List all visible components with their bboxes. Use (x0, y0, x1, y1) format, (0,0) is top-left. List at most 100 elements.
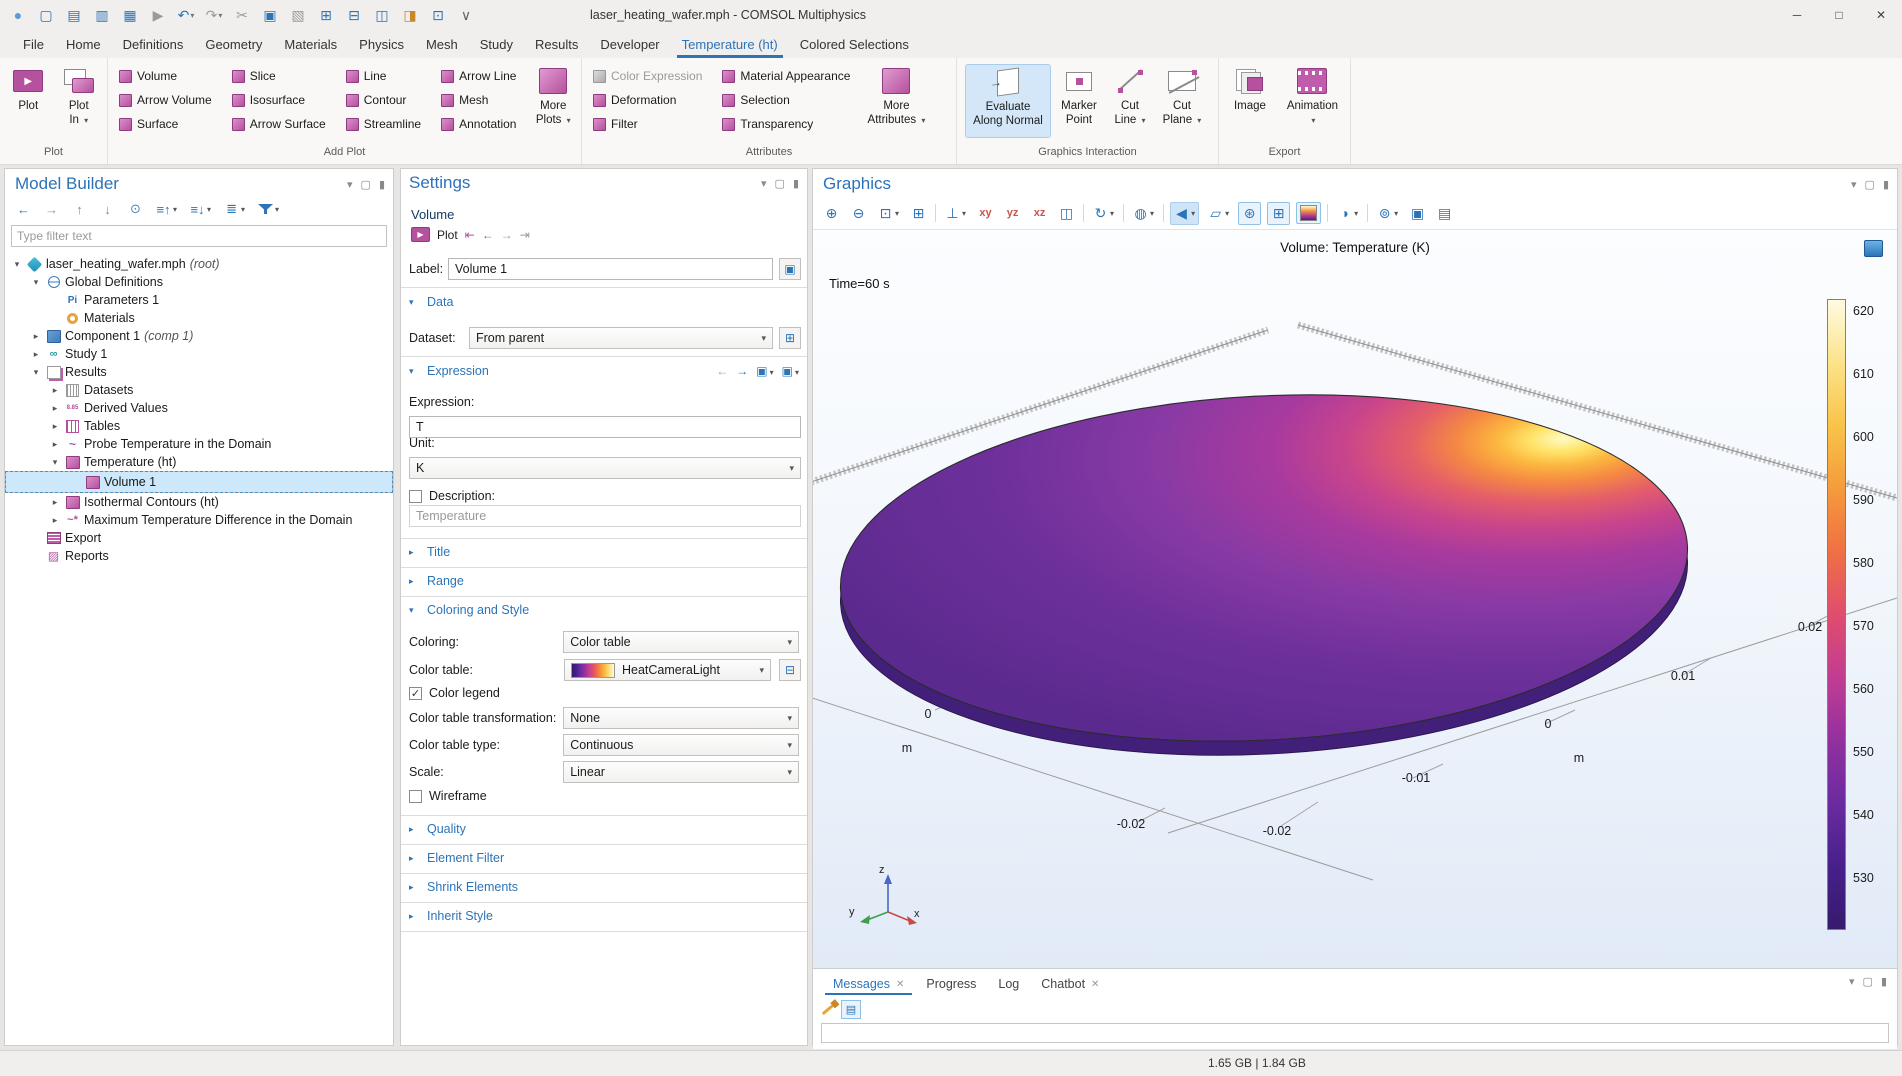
section-shrink-elements[interactable]: ▸Shrink Elements (401, 880, 807, 894)
description-checkbox[interactable] (409, 490, 422, 503)
filter-input[interactable]: Type filter text (11, 225, 387, 247)
float-panel-icon[interactable]: ▢ (361, 178, 371, 191)
settings-plot-button[interactable]: Plot (437, 228, 458, 242)
previous-plot-icon[interactable]: ← (482, 228, 494, 242)
pin-panel-icon[interactable]: ▮ (379, 178, 385, 191)
pin-panel-icon[interactable]: ▮ (1883, 178, 1889, 191)
colortable-type-select[interactable]: Continuous▾ (563, 734, 799, 756)
next-expression-icon[interactable]: → (736, 364, 748, 378)
wireframe-checkbox[interactable] (409, 790, 422, 803)
filter-button[interactable]: Filter (590, 115, 705, 133)
plot-in-button[interactable]: Plot In ▾ (59, 64, 100, 138)
copy-icon[interactable]: ▣ (258, 4, 282, 26)
cut-icon[interactable]: ✂ (230, 4, 254, 26)
open-icon[interactable]: ▤ (62, 4, 86, 26)
add-volume-button[interactable]: Volume (116, 67, 215, 85)
selection-button[interactable]: Selection (719, 91, 853, 109)
save-icon[interactable]: ▥ (90, 4, 114, 26)
cut-plane-button[interactable]: Cut Plane ▾ (1155, 64, 1209, 138)
tab-log[interactable]: Log (988, 973, 1029, 995)
colortable-side-button[interactable]: ⊟ (779, 659, 801, 681)
show-grid-button[interactable]: ⊞ (1267, 202, 1290, 225)
view-xz-button[interactable]: xz (1029, 205, 1050, 221)
scene-composition-button[interactable]: ◍▾ (1130, 203, 1157, 224)
show-color-legend-button[interactable] (1296, 202, 1321, 224)
section-element-filter[interactable]: ▸Element Filter (401, 851, 807, 865)
update-plot-button[interactable]: ⊚▾ (1374, 203, 1401, 224)
tab-progress[interactable]: Progress (916, 973, 986, 995)
tab-chatbot[interactable]: Chatbot✕ (1031, 973, 1109, 995)
tab-file[interactable]: File (12, 32, 55, 58)
add-isosurface-button[interactable]: Isosurface (229, 91, 329, 109)
add-arrow-line-button[interactable]: Arrow Line (438, 67, 519, 85)
print-button[interactable]: ▤ (1434, 203, 1455, 224)
tree-item-isothermal-contours[interactable]: ▸ Isothermal Contours (ht) (5, 493, 393, 511)
pin-panel-icon[interactable]: ▮ (793, 177, 799, 190)
mb-back-button[interactable]: ← (13, 200, 34, 219)
clear-messages-icon[interactable] (822, 1003, 835, 1014)
tree-item-study-1[interactable]: ▸ ∞ Study 1 (5, 345, 393, 363)
float-panel-icon[interactable]: ▢ (775, 177, 785, 190)
tab-materials[interactable]: Materials (273, 32, 348, 58)
maximize-button[interactable]: □ (1818, 0, 1860, 30)
add-arrow-surface-button[interactable]: Arrow Surface (229, 115, 329, 133)
tab-results[interactable]: Results (524, 32, 589, 58)
go-to-source-button[interactable]: ⊞ (779, 327, 801, 349)
mb-collapse-button[interactable]: ≡↑▾ (153, 200, 180, 219)
zoom-out-button[interactable]: ⊖ (848, 203, 869, 224)
tab-definitions[interactable]: Definitions (112, 32, 195, 58)
undo-icon[interactable]: ↶▾ (174, 4, 198, 26)
tab-geometry[interactable]: Geometry (194, 32, 273, 58)
image-export-button[interactable]: Image (1227, 64, 1273, 138)
add-surface-button[interactable]: Surface (116, 115, 215, 133)
dataset-select[interactable]: From parent▾ (469, 327, 773, 349)
color-expression-button[interactable]: Color Expression (590, 67, 705, 85)
add-arrow-volume-button[interactable]: Arrow Volume (116, 91, 215, 109)
run-icon[interactable]: ▶ (146, 4, 170, 26)
show-axis-orientation-button[interactable]: ⊛ (1238, 202, 1261, 225)
default-view-button[interactable]: ⊥▾ (942, 203, 969, 224)
rotate-view-button[interactable]: ↻▾ (1090, 203, 1117, 224)
marker-point-button[interactable]: Marker Point (1053, 64, 1105, 138)
plot-button[interactable]: ▶ Plot (8, 64, 49, 138)
tree-item-datasets[interactable]: ▸ Datasets (5, 381, 393, 399)
section-expression[interactable]: ▾Expression ← → ▣▾ ▣▾ (401, 364, 807, 378)
more-attributes-button[interactable]: More Attributes ▾ (865, 64, 927, 138)
view-xy-button[interactable]: xy (975, 205, 996, 221)
tree-item-component-1[interactable]: ▸ Component 1 (comp 1) (5, 327, 393, 345)
close-tab-icon[interactable]: ✕ (896, 979, 904, 990)
tree-item-tables[interactable]: ▸ Tables (5, 417, 393, 435)
tab-home[interactable]: Home (55, 32, 112, 58)
panel-menu-icon[interactable]: ▾ (347, 178, 353, 191)
select-box-icon[interactable]: ◫ (370, 4, 394, 26)
tab-mesh[interactable]: Mesh (415, 32, 469, 58)
unit-select[interactable]: K▾ (409, 457, 801, 479)
mb-move-up-button[interactable]: ↑ (69, 200, 90, 219)
appearance-button[interactable]: ◑▾ (1334, 203, 1361, 223)
add-contour-button[interactable]: Contour (343, 91, 424, 109)
tree-item-volume-1[interactable]: Volume 1 (5, 471, 393, 493)
section-inherit-style[interactable]: ▸Inherit Style (401, 909, 807, 923)
tab-study[interactable]: Study (469, 32, 524, 58)
material-appearance-button[interactable]: Material Appearance (719, 67, 853, 85)
show-message-window-icon[interactable]: ▤ (841, 1000, 861, 1019)
transparency-toggle-button[interactable]: ▱▾ (1205, 203, 1232, 224)
label-input[interactable]: Volume 1 (448, 258, 773, 280)
add-streamline-button[interactable]: Streamline (343, 115, 424, 133)
new-file-icon[interactable]: ▢ (34, 4, 58, 26)
rename-label-button[interactable]: ▣ (779, 258, 801, 280)
deformation-button[interactable]: Deformation (590, 91, 705, 109)
tab-messages[interactable]: Messages✕ (823, 973, 914, 995)
animation-button[interactable]: Animation▾ (1283, 64, 1342, 138)
mb-forward-button[interactable]: → (41, 200, 62, 219)
more-plots-button[interactable]: More Plots ▾ (533, 64, 573, 138)
mb-filter-button[interactable]: ▾ (255, 202, 282, 216)
tab-physics[interactable]: Physics (348, 32, 415, 58)
replace-expression-button[interactable]: ▣▾ (756, 364, 773, 378)
color-legend-checkbox[interactable] (409, 687, 422, 700)
section-title[interactable]: ▸Title (401, 545, 807, 559)
zoom-in-button[interactable]: ⊕ (821, 203, 842, 224)
tab-temperature-ht[interactable]: Temperature (ht) (671, 32, 789, 58)
first-plot-icon[interactable]: ⇤ (465, 228, 475, 242)
tree-item-max-temp-difference[interactable]: ▸ ~* Maximum Temperature Difference in t… (5, 511, 393, 529)
